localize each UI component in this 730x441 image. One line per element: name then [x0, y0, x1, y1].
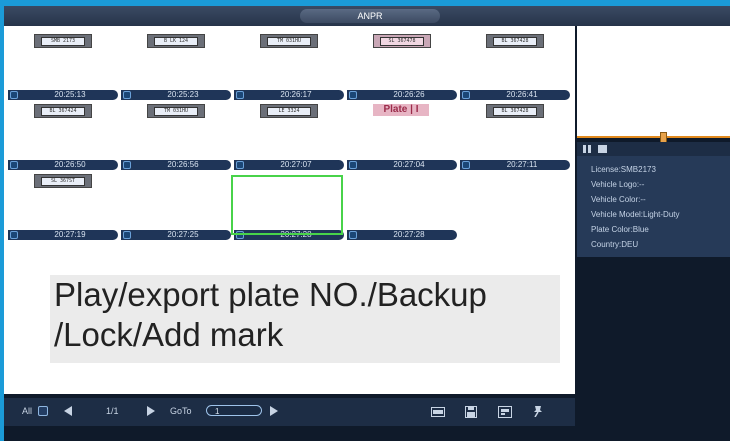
plate-snapshot[interactable]: TM 031HU	[147, 104, 205, 118]
playback-progress-bar[interactable]	[577, 136, 730, 138]
plate-info-panel: License:SMB2173 Vehicle Logo:-- Vehicle …	[577, 156, 730, 257]
thumbnail-time: 20:27:25	[167, 230, 199, 239]
thumbnail-cell[interactable]: B LK 124 20:25:23	[119, 26, 232, 100]
plate-snapshot[interactable]: TM 031HU	[260, 34, 318, 48]
caption-line-2: /Lock/Add mark	[54, 316, 284, 353]
selected-thumbnail-highlight[interactable]	[231, 175, 343, 235]
empty-panel	[577, 257, 730, 427]
anpr-window: ANPR SMB 2173 20:25:13 B LK 124 20:25:23 TM …	[4, 6, 730, 441]
thumbnail-cell[interactable]: TM 031HU 20:26:17	[232, 26, 345, 100]
plate-text: BL 367428	[493, 107, 537, 116]
thumbnail-time: 20:27:19	[54, 230, 86, 239]
info-vehicle-model: Vehicle Model:Light-Duty	[591, 210, 680, 219]
thumbnail-time: 20:27:11	[506, 160, 538, 169]
plate-text: BL 367424	[41, 107, 85, 116]
plate-snapshot[interactable]: BL 367428	[486, 104, 544, 118]
info-vehicle-color: Vehicle Color:--	[591, 195, 646, 204]
plate-snapshot[interactable]: SL 367478	[373, 34, 431, 48]
plate-text: SMB 2173	[41, 37, 85, 46]
info-license: License:SMB2173	[591, 165, 656, 174]
plate-snapshot[interactable]: LE 3324	[260, 104, 318, 118]
plate-text: TM 031HU	[267, 37, 311, 46]
thumbnail-time-bar: 20:27:11	[460, 160, 570, 170]
export-icon[interactable]	[431, 406, 445, 418]
goto-page-input[interactable]: 1	[206, 405, 262, 416]
title-bar: ANPR	[4, 6, 730, 26]
pause-icon[interactable]	[583, 145, 592, 153]
thumbnail-time-bar: 20:27:25	[121, 230, 231, 240]
thumbnail-cell[interactable]: Plate | I 20:27:04	[345, 96, 458, 170]
thumbnail-checkbox[interactable]	[462, 161, 470, 169]
plate-snapshot[interactable]: SMB 2173	[34, 34, 92, 48]
thumbnail-cell[interactable]: LE 3324 20:27:07	[232, 96, 345, 170]
plate-text: LE 3324	[267, 107, 311, 116]
thumbnail-cell[interactable]: TM 031HU 20:26:56	[119, 96, 232, 170]
thumbnail-checkbox[interactable]	[349, 231, 357, 239]
thumbnail-cell[interactable]: SL 367478 20:26:26	[345, 26, 458, 100]
thumbnail-time-bar: 20:27:19	[8, 230, 118, 240]
video-preview[interactable]	[577, 26, 730, 143]
all-label: All	[22, 406, 33, 416]
mark-icon[interactable]	[531, 405, 545, 417]
info-vehicle-logo: Vehicle Logo:--	[591, 180, 645, 189]
thumbnail-cell[interactable]: 20:27:28	[345, 166, 458, 240]
prev-page-icon[interactable]	[64, 406, 72, 416]
thumbnail-cell[interactable]: BL 367428 20:26:41	[458, 26, 571, 100]
plate-snapshot[interactable]: BL 367428	[486, 34, 544, 48]
thumbnail-checkbox[interactable]	[123, 231, 131, 239]
playback-controls	[577, 142, 730, 156]
plate-text: TM 031HU	[154, 107, 198, 116]
plate-text: SL 367ST	[41, 177, 85, 186]
thumbnail-cell[interactable]: BL 367428 20:27:11	[458, 96, 571, 170]
caption-line-1: Play/export plate NO./Backup	[54, 276, 487, 313]
plate-text: B LK 124	[154, 37, 198, 46]
thumbnail-time: 20:27:28	[393, 230, 425, 239]
lock-icon[interactable]	[498, 406, 512, 418]
plate-snapshot[interactable]: BL 367424	[34, 104, 92, 118]
plate-snapshot[interactable]: B LK 124	[147, 34, 205, 48]
goto-label: GoTo	[170, 406, 192, 416]
thumbnail-checkbox[interactable]	[10, 231, 18, 239]
thumbnail-cell[interactable]: SMB 2173 20:25:13	[6, 26, 119, 100]
plate-text: BL 367428	[493, 37, 537, 46]
thumbnail-cell[interactable]: 20:27:25	[119, 166, 232, 240]
next-page-icon[interactable]	[147, 406, 155, 416]
thumbnail-cell[interactable]: BL 367424 20:26:50	[6, 96, 119, 170]
select-all-checkbox[interactable]	[38, 406, 48, 416]
feature-caption: Play/export plate NO./Backup /Lock/Add m…	[50, 275, 560, 363]
page-indicator: 1/1	[106, 406, 119, 416]
plate-text: Plate | I	[383, 104, 419, 115]
thumbnail-cell[interactable]: SL 367ST 20:27:19	[6, 166, 119, 240]
backup-icon[interactable]	[464, 406, 478, 418]
thumbnail-time-bar: 20:27:28	[347, 230, 457, 240]
plate-snapshot[interactable]: Plate | I	[373, 104, 429, 116]
bottom-toolbar: All 1/1 GoTo 1	[4, 398, 575, 426]
info-plate-color: Plate Color:Blue	[591, 225, 649, 234]
window-title: ANPR	[300, 9, 440, 23]
plate-snapshot[interactable]: SL 367ST	[34, 174, 92, 188]
stop-icon[interactable]	[598, 145, 607, 153]
info-country: Country:DEU	[591, 240, 639, 249]
go-icon[interactable]	[270, 406, 278, 416]
plate-text: SL 367478	[380, 37, 424, 46]
